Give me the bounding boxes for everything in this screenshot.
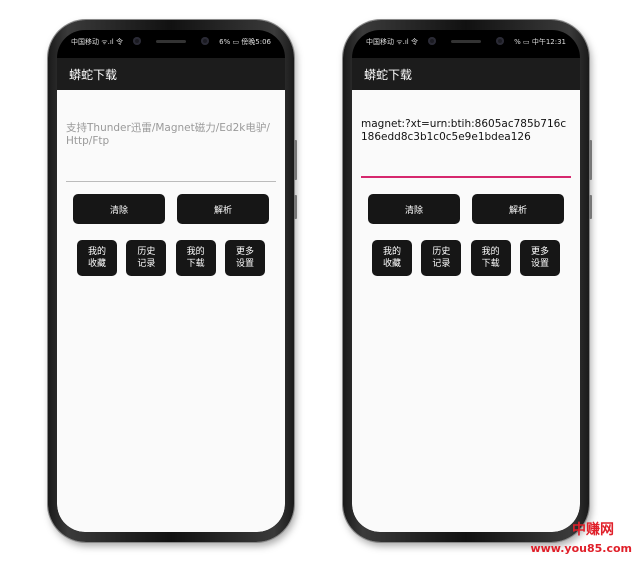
parse-button[interactable]: 解析 <box>177 194 269 224</box>
speaker-icon <box>156 39 186 43</box>
menu-row: 我的收藏 历史记录 我的下载 更多设置 <box>77 240 265 276</box>
volume-button <box>294 140 297 180</box>
menu-row: 我的收藏 历史记录 我的下载 更多设置 <box>372 240 560 276</box>
sensor-icon <box>201 37 209 45</box>
action-row: 清除 解析 <box>368 194 564 224</box>
phone-left: 中国移动 ᯤ.ıl 令 36% ▭ 傍晚5:06 蟒蛇下载 支持Thunder迅… <box>48 20 297 542</box>
history-button[interactable]: 历史记录 <box>421 240 462 276</box>
content-area: magnet:?xt=urn:btih:8605ac785b716c186edd… <box>352 90 580 532</box>
watermark-url: www.you85.com <box>530 542 632 555</box>
parse-button[interactable]: 解析 <box>472 194 564 224</box>
app-bar: 蟒蛇下载 <box>352 58 580 90</box>
action-row: 清除 解析 <box>73 194 269 224</box>
status-carrier: 中国移动 ᯤ.ıl 令 <box>71 38 123 46</box>
phone-right: 中国移动 ᯤ.ıl 令 8% ▭ 中午12:31 蟒蛇下载 magnet:?xt… <box>343 20 592 542</box>
sensor-icon <box>496 37 504 45</box>
clear-button[interactable]: 清除 <box>73 194 165 224</box>
notch <box>418 33 514 49</box>
settings-button[interactable]: 更多设置 <box>224 240 265 276</box>
settings-button[interactable]: 更多设置 <box>519 240 560 276</box>
downloads-button[interactable]: 我的下载 <box>470 240 511 276</box>
volume-button <box>589 140 592 180</box>
speaker-icon <box>451 39 481 43</box>
app-title: 蟒蛇下载 <box>69 67 118 82</box>
status-battery-time: 36% ▭ 傍晚5:06 <box>214 38 271 46</box>
app-title: 蟒蛇下载 <box>364 67 413 82</box>
link-input[interactable]: magnet:?xt=urn:btih:8605ac785b716c186edd… <box>361 118 571 178</box>
screen-left: 中国移动 ᯤ.ıl 令 36% ▭ 傍晚5:06 蟒蛇下载 支持Thunder迅… <box>57 30 285 532</box>
power-button <box>589 195 592 219</box>
downloads-button[interactable]: 我的下载 <box>175 240 216 276</box>
power-button <box>294 195 297 219</box>
notch <box>123 33 219 49</box>
link-input[interactable]: 支持Thunder迅雷/Magnet磁力/Ed2k电驴/Http/Ftp <box>66 122 276 182</box>
camera-icon <box>428 37 436 45</box>
screen-right: 中国移动 ᯤ.ıl 令 8% ▭ 中午12:31 蟒蛇下载 magnet:?xt… <box>352 30 580 532</box>
history-button[interactable]: 历史记录 <box>126 240 167 276</box>
clear-button[interactable]: 清除 <box>368 194 460 224</box>
status-carrier: 中国移动 ᯤ.ıl 令 <box>366 38 418 46</box>
camera-icon <box>133 37 141 45</box>
status-battery-time: 8% ▭ 中午12:31 <box>509 38 566 46</box>
app-bar: 蟒蛇下载 <box>57 58 285 90</box>
content-area: 支持Thunder迅雷/Magnet磁力/Ed2k电驴/Http/Ftp 清除 … <box>57 90 285 532</box>
favorites-button[interactable]: 我的收藏 <box>372 240 412 276</box>
favorites-button[interactable]: 我的收藏 <box>77 240 117 276</box>
watermark-logo: 中赚网 <box>572 522 614 538</box>
